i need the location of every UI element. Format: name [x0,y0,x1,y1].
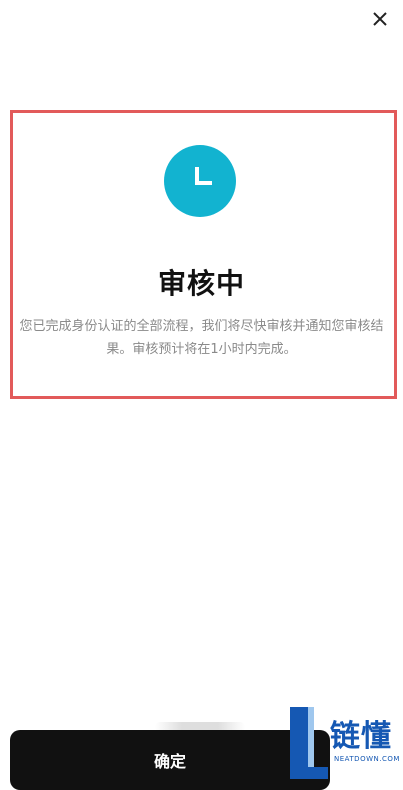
close-icon [373,12,387,26]
watermark-l-icon [290,707,328,779]
confirm-label: 确定 [153,752,186,771]
close-button[interactable] [369,8,391,30]
status-title: 审核中 [157,267,245,300]
clock-badge [164,145,236,217]
watermark-name-cn: 链懂 [330,719,392,754]
status-description: 您已完成身份认证的全部流程，我们将尽快审核并通知您审核结果。审核预计将在1小时内… [19,319,384,357]
watermark-logo: 链懂 NEATDOWN.COM [290,707,403,779]
clock-icon [195,167,212,185]
confirm-button[interactable]: 确定 [10,730,330,790]
watermark-name-en: NEATDOWN.COM [334,755,400,763]
